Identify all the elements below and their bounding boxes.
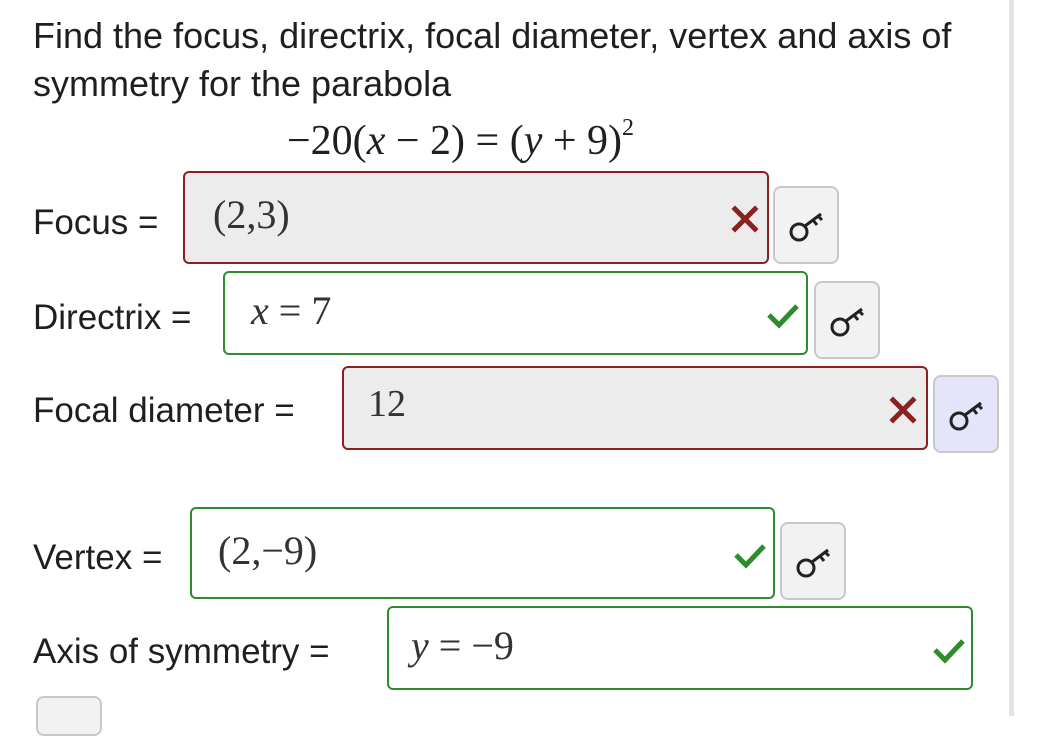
directrix-value-var: x (251, 288, 269, 333)
key-icon (796, 548, 831, 578)
equation-lhs-coef: −20( (287, 118, 367, 164)
correct-check-icon (933, 639, 965, 664)
equation-rhs-rest: + 9) (542, 118, 623, 164)
parabola-equation: −20(x − 2) = (y + 9)2 (287, 106, 634, 167)
focal-diameter-value: 12 (368, 383, 406, 425)
vertex-label: Vertex = (33, 538, 163, 577)
correct-check-icon (734, 544, 766, 569)
axis-value-var: y (411, 623, 429, 668)
focus-label: Focus = (33, 203, 159, 242)
directrix-input[interactable]: x = 7 (223, 271, 808, 355)
vertex-key-button[interactable] (780, 522, 846, 600)
incorrect-x-icon (731, 205, 759, 233)
focal-diameter-label: Focal diameter = (33, 391, 295, 430)
directrix-key-button[interactable] (814, 281, 880, 359)
focus-key-button[interactable] (773, 186, 839, 264)
equation-lhs-var: x (366, 118, 386, 164)
directrix-label: Directrix = (33, 298, 192, 337)
scrollbar-track[interactable] (1009, 0, 1014, 716)
axis-of-symmetry-input[interactable]: y = −9 (387, 606, 973, 690)
equation-rhs-var: y (523, 118, 543, 164)
directrix-value: x = 7 (251, 287, 331, 335)
focus-input[interactable]: (2,3) (183, 171, 769, 264)
partial-key-button[interactable] (36, 696, 102, 736)
vertex-value: (2,−9) (218, 528, 318, 573)
question-prompt: Find the focus, directrix, focal diamete… (33, 15, 952, 104)
focal-diameter-key-button[interactable] (933, 375, 999, 453)
axis-value-rest: = −9 (428, 623, 514, 668)
focus-value: (2,3) (213, 192, 290, 237)
incorrect-x-icon (889, 396, 917, 424)
key-icon (949, 401, 984, 431)
axis-of-symmetry-label: Axis of symmetry = (33, 632, 330, 671)
directrix-value-rest: = 7 (268, 288, 332, 333)
key-icon (830, 307, 865, 337)
axis-of-symmetry-value: y = −9 (411, 622, 514, 670)
correct-check-icon (767, 304, 799, 329)
key-icon (789, 212, 824, 242)
focal-diameter-input[interactable]: 12 (342, 366, 928, 450)
vertex-input[interactable]: (2,−9) (190, 507, 775, 599)
equation-exponent: 2 (622, 115, 635, 141)
equation-lhs-rest: − 2) = ( (385, 118, 524, 164)
